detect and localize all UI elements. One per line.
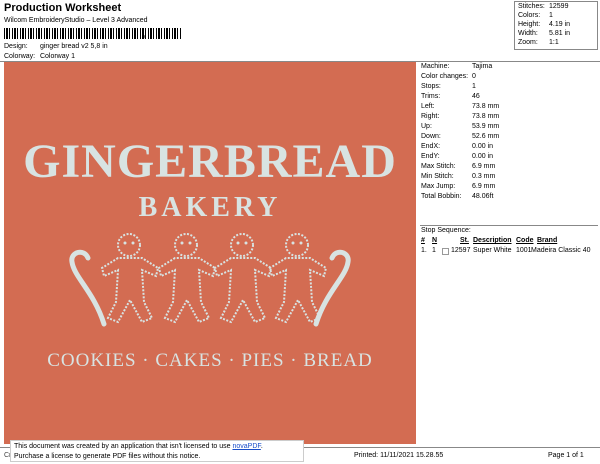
barcode	[4, 28, 182, 39]
info-down: Down: 52.6 mm	[421, 133, 500, 140]
stop-sequence-header: # N St. Description Code Brand	[421, 237, 558, 244]
stop-sequence-title: Stop Sequence:	[421, 227, 471, 234]
info-min-stitch: Min Stitch: 0.3 mm	[421, 173, 496, 180]
bakery-text: BAKERY	[138, 192, 282, 223]
info-color-changes: Color changes: 0	[421, 73, 476, 80]
info-max-stitch: Max Stitch: 6.9 mm	[421, 163, 496, 170]
gingerbread-man-3	[213, 233, 273, 324]
info-stops: Stops: 1	[421, 83, 476, 90]
stats-box: Stitches: 12599 Colors: 1 Height: 4.19 in W…	[514, 1, 598, 50]
worksheet-title: Production Worksheet	[4, 2, 122, 14]
info-trims: Trims: 46	[421, 93, 480, 100]
stop-sequence: Stop Sequence: # N St. Description Code …	[420, 225, 598, 255]
thread-color-swatch	[442, 248, 449, 255]
colorway-value: Colorway 1	[39, 53, 75, 60]
design-value: ginger bread v2 5,8 in	[39, 43, 108, 50]
design-preview: GINGERBREAD BAKERY COOKIES · CAKES · PIE…	[4, 62, 416, 444]
page-number: Page 1 of 1	[548, 452, 584, 459]
info-left: Left: 73.8 mm	[421, 103, 500, 110]
gingerbread-artwork	[69, 233, 351, 327]
design-label: Design:	[4, 43, 28, 50]
novapdf-link[interactable]: novaPDF	[232, 443, 260, 450]
gingerbread-man-4	[268, 233, 328, 324]
design-row: Design: ginger bread v2 5,8 in	[4, 43, 108, 50]
gingerbread-man-2	[157, 233, 217, 324]
candy-cane-right	[313, 249, 351, 327]
info-up: Up: 53.9 mm	[421, 123, 500, 130]
table-row: 1. 1 12597 Super White 1001 Madeira Clas…	[421, 247, 591, 255]
candy-cane-left	[69, 249, 107, 327]
software-name: Wilcom EmbroideryStudio – Level 3 Advanc…	[4, 17, 148, 24]
info-total-bobbin: Total Bobbin: 48.06ft	[421, 193, 494, 200]
info-endy: EndY: 0.00 in	[421, 153, 494, 160]
gingerbread-man-1	[100, 233, 160, 324]
info-endx: EndX: 0.00 in	[421, 143, 494, 150]
printed-date: Printed: 11/11/2021 15.28.55	[354, 452, 444, 459]
colorway-label: Colorway:	[4, 53, 36, 60]
info-right: Right: 73.8 mm	[421, 113, 500, 120]
info-machine: Machine: Tajima	[421, 63, 493, 70]
license-notice: This document was created by an applicat…	[10, 440, 304, 462]
colorway-row: Colorway: Colorway 1	[4, 53, 75, 60]
products-text: COOKIES · CAKES · PIES · BREAD	[47, 350, 373, 371]
gingerbread-text: GINGERBREAD	[23, 135, 397, 188]
barcode-suffix: ,	[142, 26, 146, 40]
info-max-jump: Max Jump: 6.9 mm	[421, 183, 496, 190]
